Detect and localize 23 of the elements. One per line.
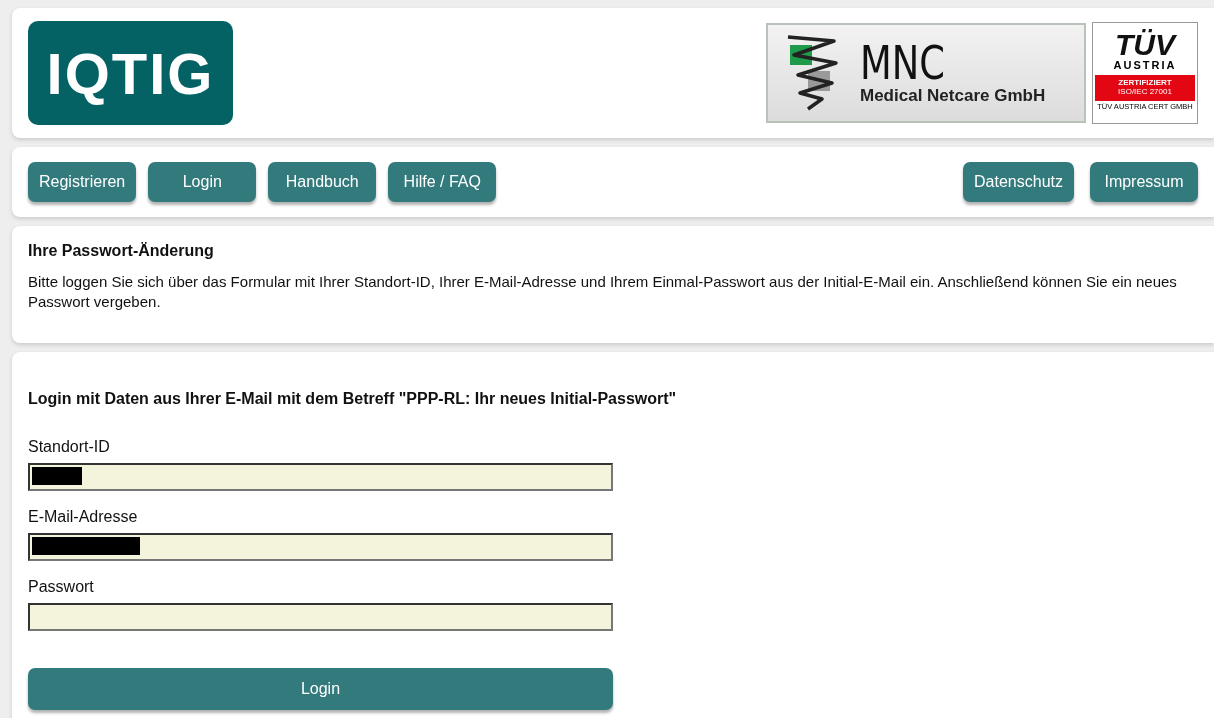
iqtig-logo: IQTIG (28, 21, 233, 125)
input-field[interactable] (28, 463, 613, 491)
info-text: Bitte loggen Sie sich über das Formular mit Ihrer Standort-ID, Ihrer E-Mail-Adresse und Ihrem Einmal-Passwort aus der Initial-E-Mail ein. Anschließend können Sie ein neues Passwort vergeben. (28, 272, 1178, 312)
nav-button[interactable]: Registrieren (28, 162, 137, 202)
info-title: Ihre Passwort-Änderung (28, 242, 215, 260)
field-label: Standort-ID (28, 438, 111, 456)
input-field[interactable] (28, 533, 613, 561)
login-button[interactable]: Login (28, 668, 613, 710)
cert-badge-title: ZERTIFIZIERT (1118, 78, 1172, 87)
nav-button[interactable]: Hilfe / FAQ (388, 162, 497, 202)
cert-standard: ISO/IEC 27001 (1118, 87, 1172, 96)
partner-name: Medical Netcare GmbH (860, 86, 1046, 106)
cert-country: AUSTRIA (1113, 59, 1177, 71)
partner-mark: MNC (860, 40, 945, 86)
login-title: Login mit Daten aus Ihrer E-Mail mit dem Betreff "PPP-RL: Ihr neues Initial-Passwort" (28, 390, 678, 408)
nav-button[interactable]: Impressum (1090, 162, 1198, 202)
nav-button[interactable]: Datenschutz (963, 162, 1074, 202)
nav-button[interactable]: Handbuch (268, 162, 377, 202)
field-label: Passwort (28, 578, 95, 596)
field-label: E-Mail-Adresse (28, 508, 139, 526)
nav-button[interactable]: Login (148, 162, 257, 202)
cert-brand: TÜV (1115, 31, 1175, 59)
input-field[interactable] (28, 603, 613, 631)
